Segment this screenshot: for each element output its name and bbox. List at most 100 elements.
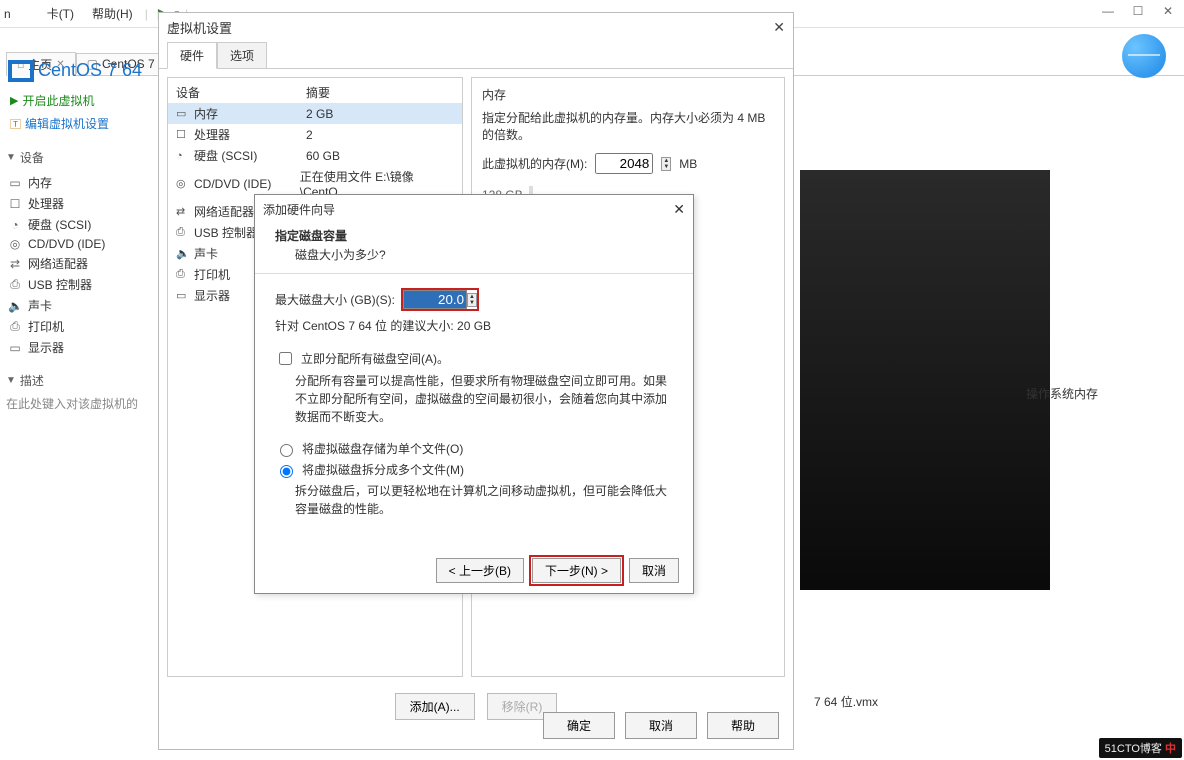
next-button[interactable]: 下一步(N) >	[532, 558, 621, 583]
window-controls: — ☐ ✕	[1098, 4, 1178, 18]
os-memory-label: 操作系统内存	[1026, 385, 1098, 402]
settings-dialog-buttons: 确定 取消 帮助	[543, 712, 779, 739]
sidebar-device-item[interactable]: 🔈声卡	[6, 295, 154, 316]
allocate-explanation: 分配所有容量可以提高性能，但要求所有物理磁盘空间立即可用。如果不立即分配所有空间…	[295, 372, 673, 426]
back-button[interactable]: < 上一步(B)	[436, 558, 524, 583]
wizard-subheading: 磁盘大小为多少?	[295, 246, 673, 263]
device-list-header: 设备 摘要	[168, 82, 462, 103]
device-row[interactable]: ☐处理器2	[168, 124, 462, 145]
menu-help[interactable]: 帮助(H)	[86, 3, 139, 24]
sidebar-device-item[interactable]: ☐处理器	[6, 193, 154, 214]
description-section: ▼ 描述 在此处键入对该虚拟机的	[6, 372, 154, 412]
wizard-titlebar: 添加硬件向导 ✕	[255, 195, 693, 223]
sidebar-device-item[interactable]: ▭ 内存	[6, 172, 154, 193]
device-row[interactable]: ◔ 硬盘 (SCSI) 60 GB	[168, 145, 462, 166]
device-icon: ▭	[8, 176, 22, 190]
sidebar-device-item[interactable]: ⎙ USB 控制器	[6, 274, 154, 295]
device-icon: ⇄	[8, 257, 22, 271]
maximize-button[interactable]: ☐	[1128, 4, 1148, 18]
cancel-button[interactable]: 取消	[625, 712, 697, 739]
device-name: 硬盘 (SCSI)	[194, 147, 257, 164]
device-icon: ▭	[176, 289, 190, 302]
device-icon: ☐	[8, 197, 22, 211]
chevron-down-icon: ▼	[6, 375, 16, 386]
sidebar-device-item[interactable]: ◔硬盘 (SCSI)	[6, 214, 154, 235]
edit-settings-action[interactable]: 🅃 编辑虚拟机设置	[6, 112, 154, 135]
device-label: 内存	[28, 174, 52, 191]
wizard-heading: 指定磁盘容量	[275, 227, 673, 244]
ok-button[interactable]: 确定	[543, 712, 615, 739]
device-icon: ⎙	[176, 268, 190, 281]
device-name: 内存	[194, 105, 218, 122]
add-hardware-wizard: 添加硬件向导 ✕ 指定磁盘容量 磁盘大小为多少? 最大磁盘大小 (GB)(S):…	[254, 194, 694, 594]
separator: |	[145, 7, 148, 21]
device-icon: 🔈	[176, 247, 190, 260]
single-file-label: 将虚拟磁盘存储为单个文件(O)	[302, 440, 463, 457]
device-icon: ⎙	[8, 319, 22, 334]
memory-input[interactable]	[595, 153, 653, 174]
add-button[interactable]: 添加(A)...	[395, 693, 475, 720]
tab-options[interactable]: 选项	[217, 42, 267, 69]
single-file-radio[interactable]	[280, 444, 293, 457]
memory-unit: MB	[679, 157, 697, 171]
device-icon: ⎙	[8, 277, 22, 292]
cancel-button[interactable]: 取消	[629, 558, 679, 583]
allocate-now-row[interactable]: 立即分配所有磁盘空间(A)。	[275, 350, 673, 368]
device-label: USB 控制器	[28, 276, 92, 293]
device-name: 显示器	[194, 287, 230, 304]
menu-card[interactable]: 卡(T)	[41, 3, 80, 24]
col-summary: 摘要	[306, 84, 330, 101]
tab-hardware[interactable]: 硬件	[167, 42, 217, 69]
settings-titlebar: 虚拟机设置 ✕	[159, 13, 793, 41]
sidebar-device-item[interactable]: ⇄ 网络适配器	[6, 253, 154, 274]
device-icon: ☐	[176, 128, 190, 141]
device-label: 声卡	[28, 297, 52, 314]
wizard-buttons: < 上一步(B) 下一步(N) > 取消	[436, 558, 679, 583]
description-header[interactable]: ▼ 描述	[6, 372, 154, 389]
single-file-row[interactable]: 将虚拟磁盘存储为单个文件(O)	[275, 440, 673, 457]
description-header-label: 描述	[20, 372, 44, 389]
disk-size-spinner[interactable]: ▲▼	[467, 293, 477, 307]
sidebar-device-item[interactable]: ▭显示器	[6, 337, 154, 358]
watermark: 51CTO博客 中	[1099, 738, 1182, 758]
power-on-label: 开启此虚拟机	[22, 92, 94, 109]
vm-title-text: CentOS 7 64	[38, 60, 142, 81]
devices-header[interactable]: ▼ 设备	[6, 149, 154, 166]
multi-file-radio[interactable]	[280, 465, 293, 478]
device-icon: ◔	[176, 150, 190, 162]
minimize-button[interactable]: —	[1098, 4, 1118, 18]
memory-spinner[interactable]: ▲▼	[661, 157, 671, 171]
recommended-size: 针对 CentOS 7 64 位 的建议大小: 20 GB	[275, 317, 673, 334]
app-letter: n	[4, 7, 11, 21]
device-icon: ◎	[8, 237, 22, 251]
left-sidebar: CentOS 7 64 ▶ 开启此虚拟机 🅃 编辑虚拟机设置 ▼ 设备 ▭ 内存 ☐…	[6, 54, 154, 412]
disk-size-input[interactable]	[403, 290, 467, 309]
device-icon: ▭	[176, 107, 190, 120]
allocate-now-checkbox[interactable]	[279, 352, 292, 365]
device-summary: 2 GB	[306, 107, 333, 121]
device-summary: 2	[306, 128, 313, 142]
multi-file-row[interactable]: 将虚拟磁盘拆分成多个文件(M)	[275, 461, 673, 478]
device-label: 硬盘 (SCSI)	[28, 216, 91, 233]
sidebar-device-item[interactable]: ⎙打印机	[6, 316, 154, 337]
close-icon[interactable]: ✕	[673, 201, 685, 218]
globe-icon	[1122, 34, 1166, 78]
watermark-cn: 中	[1165, 743, 1176, 755]
device-name: 声卡	[194, 245, 218, 262]
close-icon[interactable]: ✕	[773, 19, 785, 36]
vmx-filename: 7 64 位.vmx	[814, 693, 878, 710]
vm-icon	[10, 62, 32, 80]
close-button[interactable]: ✕	[1158, 4, 1178, 18]
watermark-text: 51CTO博客	[1105, 743, 1162, 755]
settings-title: 虚拟机设置	[167, 18, 232, 37]
multi-file-explanation: 拆分磁盘后，可以更轻松地在计算机之间移动虚拟机，但可能会降低大容量磁盘的性能。	[295, 482, 673, 518]
memory-title: 内存	[482, 86, 774, 103]
device-row[interactable]: ▭ 内存 2 GB	[168, 103, 462, 124]
device-summary: 60 GB	[306, 149, 340, 163]
power-on-action[interactable]: ▶ 开启此虚拟机	[6, 89, 154, 112]
chevron-down-icon: ▼	[6, 152, 16, 163]
sidebar-device-item[interactable]: ◎CD/DVD (IDE)	[6, 235, 154, 253]
help-button[interactable]: 帮助	[707, 712, 779, 739]
device-label: 网络适配器	[28, 255, 88, 272]
device-label: 显示器	[28, 339, 64, 356]
